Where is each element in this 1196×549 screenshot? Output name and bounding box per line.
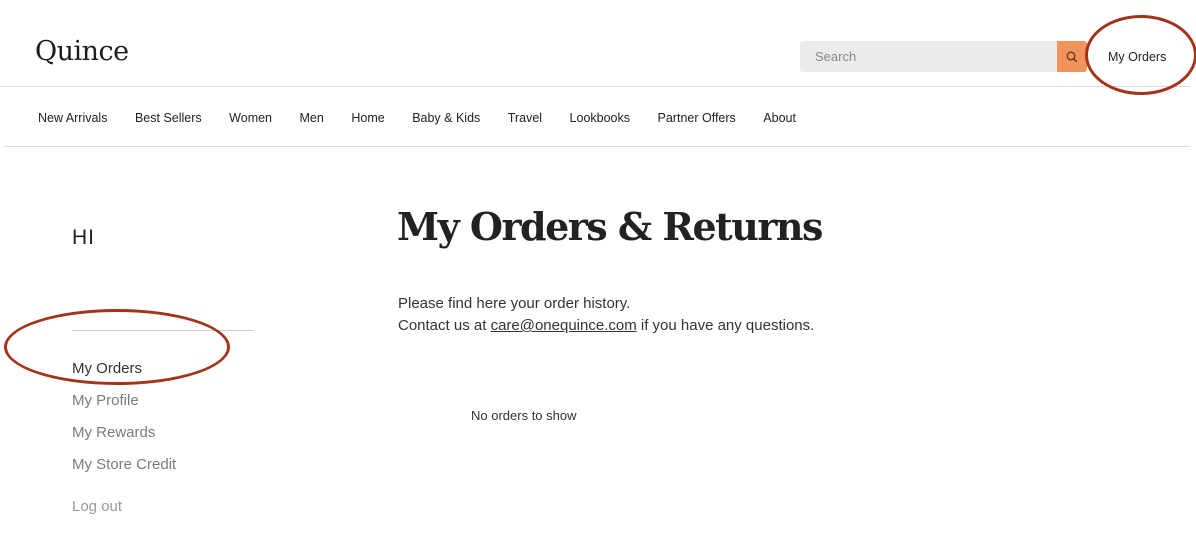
contact-suffix: if you have any questions. [636,317,815,334]
account-sidebar-menu: My Orders My Profile My Rewards My Store… [72,361,176,489]
sidebar-item-my-profile[interactable]: My Profile [72,393,176,425]
site-logo[interactable]: Quince [35,36,129,67]
header-divider [0,86,1190,87]
order-history-intro: Please find here your order history. Con… [398,293,814,337]
contact-prefix: Contact us at [398,317,491,334]
search-button[interactable] [1057,41,1087,72]
nav-item-best-sellers[interactable]: Best Sellers [135,111,202,125]
account-greeting: HI [72,226,95,249]
nav-item-new-arrivals[interactable]: New Arrivals [38,111,107,125]
nav-item-lookbooks[interactable]: Lookbooks [570,111,630,125]
nav-item-partner-offers[interactable]: Partner Offers [658,111,736,125]
contact-line: Contact us at care@onequince.com if you … [398,315,814,337]
nav-divider [4,146,1190,147]
my-orders-header-link[interactable]: My Orders [1108,50,1166,64]
sidebar-item-my-orders[interactable]: My Orders [72,361,176,393]
nav-item-home[interactable]: Home [351,111,384,125]
intro-line: Please find here your order history. [398,295,631,312]
nav-item-travel[interactable]: Travel [508,111,542,125]
logout-link[interactable]: Log out [72,498,122,515]
empty-orders-message: No orders to show [471,408,577,423]
sidebar-divider [72,330,254,331]
main-nav: New Arrivals Best Sellers Women Men Home… [38,111,823,125]
nav-item-about[interactable]: About [763,111,796,125]
sidebar-item-my-rewards[interactable]: My Rewards [72,425,176,457]
nav-item-men[interactable]: Men [300,111,324,125]
sidebar-item-my-store-credit[interactable]: My Store Credit [72,457,176,489]
search-bar [800,41,1087,72]
nav-item-baby-kids[interactable]: Baby & Kids [412,111,480,125]
support-email-link[interactable]: care@onequince.com [491,317,637,334]
search-input[interactable] [800,41,1057,72]
page-title: My Orders & Returns [397,204,823,249]
nav-item-women[interactable]: Women [229,111,272,125]
search-icon [1066,51,1078,62]
